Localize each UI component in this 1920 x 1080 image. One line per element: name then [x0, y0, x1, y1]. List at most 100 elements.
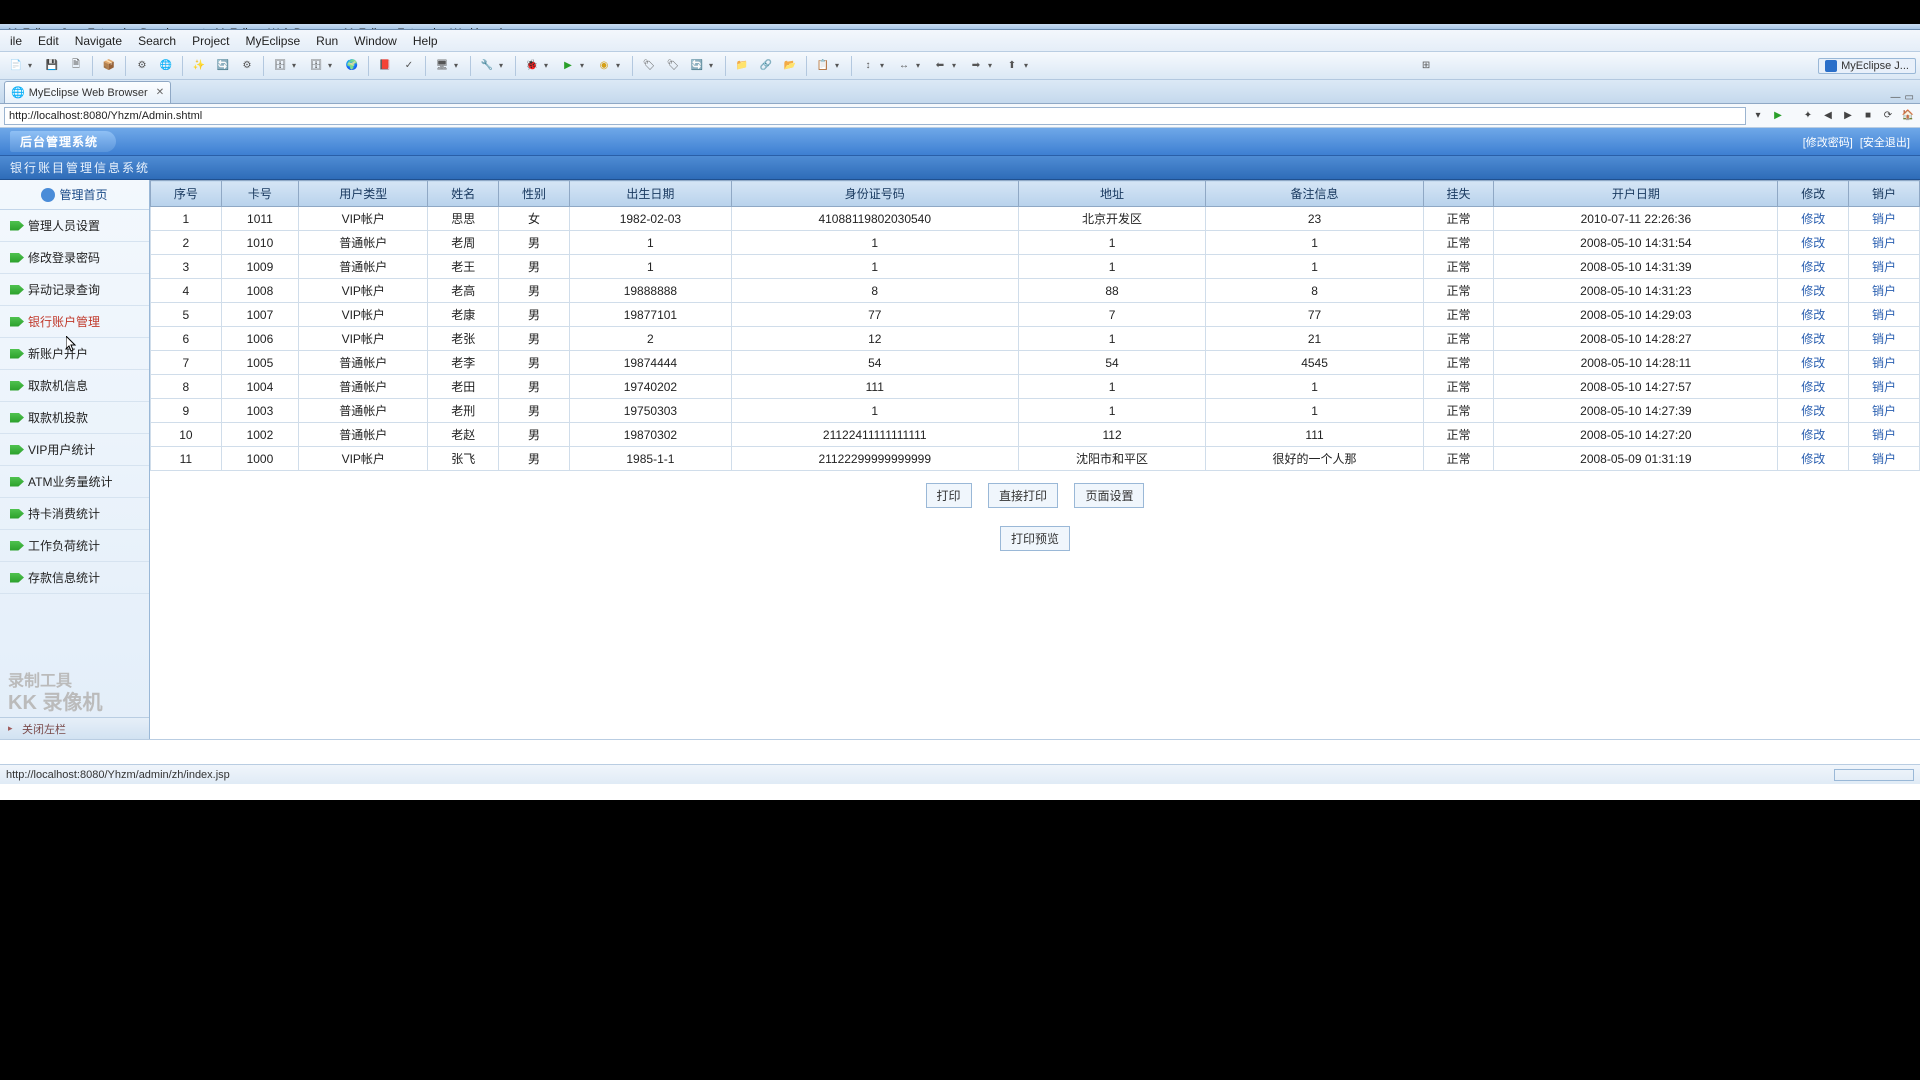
- link-icon[interactable]: 🔗: [756, 56, 776, 76]
- sidebar-item[interactable]: 新账户开户: [0, 338, 149, 370]
- tag2-icon[interactable]: 🏷: [663, 56, 683, 76]
- cell-del[interactable]: 销户: [1849, 231, 1920, 255]
- cell-del[interactable]: 销户: [1849, 327, 1920, 351]
- dropdown-icon[interactable]: ▾: [1024, 61, 1032, 70]
- cell-del[interactable]: 销户: [1849, 447, 1920, 471]
- sidebar-item[interactable]: VIP用户统计: [0, 434, 149, 466]
- sidebar-item[interactable]: 管理人员设置: [0, 210, 149, 242]
- sidebar-item[interactable]: 修改登录密码: [0, 242, 149, 274]
- dropdown-icon[interactable]: ▾: [28, 61, 36, 70]
- logout-link[interactable]: [安全退出]: [1860, 137, 1910, 149]
- sidebar-item[interactable]: 存款信息统计: [0, 562, 149, 594]
- cell-del[interactable]: 销户: [1849, 255, 1920, 279]
- cell-del[interactable]: 销户: [1849, 375, 1920, 399]
- print-button[interactable]: 打印: [926, 483, 972, 508]
- page-setup-button[interactable]: 页面设置: [1074, 483, 1144, 508]
- folder2-icon[interactable]: 📂: [780, 56, 800, 76]
- cell-mod[interactable]: 修改: [1778, 255, 1849, 279]
- dropdown-icon[interactable]: ▾: [544, 61, 552, 70]
- reload-icon[interactable]: ⟳: [1880, 108, 1896, 124]
- back-icon[interactable]: ⬅: [930, 56, 950, 76]
- menu-project[interactable]: Project: [184, 34, 237, 48]
- dropdown-icon[interactable]: ▾: [709, 61, 717, 70]
- sidebar-home[interactable]: 管理首页: [0, 180, 149, 210]
- sidebar-item[interactable]: 工作负荷统计: [0, 530, 149, 562]
- menu-help[interactable]: Help: [405, 34, 446, 48]
- dropdown-icon[interactable]: ▾: [916, 61, 924, 70]
- nav-back-icon[interactable]: ◀: [1820, 108, 1836, 124]
- menu-ile[interactable]: ile: [2, 34, 30, 48]
- tool1-icon[interactable]: ✦: [1800, 108, 1816, 124]
- db2-icon[interactable]: 🗄: [306, 56, 326, 76]
- save-icon[interactable]: 💾: [42, 56, 62, 76]
- deploy-icon[interactable]: 📦: [99, 56, 119, 76]
- sync-icon[interactable]: 🔄: [687, 56, 707, 76]
- menu-navigate[interactable]: Navigate: [67, 34, 130, 48]
- new-icon[interactable]: 📄: [6, 56, 26, 76]
- dropdown-icon[interactable]: ▾: [616, 61, 624, 70]
- cell-mod[interactable]: 修改: [1778, 279, 1849, 303]
- url-input[interactable]: [4, 107, 1746, 125]
- nav-icon[interactable]: ↕: [858, 56, 878, 76]
- close-icon[interactable]: ✕: [156, 87, 164, 98]
- persp-open-icon[interactable]: ⊞: [1416, 56, 1436, 76]
- cell-mod[interactable]: 修改: [1778, 303, 1849, 327]
- change-password-link[interactable]: [修改密码]: [1803, 137, 1853, 149]
- stop-icon[interactable]: ■: [1860, 108, 1876, 124]
- minimize-icon[interactable]: —: [1891, 92, 1901, 103]
- sidebar-item[interactable]: ATM业务量统计: [0, 466, 149, 498]
- direct-print-button[interactable]: 直接打印: [988, 483, 1058, 508]
- editor-tab[interactable]: 🌐 MyEclipse Web Browser ✕: [4, 81, 171, 103]
- url-dropdown-icon[interactable]: ▾: [1750, 108, 1766, 124]
- sidebar-item[interactable]: 取款机投款: [0, 402, 149, 434]
- world-icon[interactable]: 🌍: [342, 56, 362, 76]
- home-icon[interactable]: 🏠: [1900, 108, 1916, 124]
- dropdown-icon[interactable]: ▾: [454, 61, 462, 70]
- cell-del[interactable]: 销户: [1849, 303, 1920, 327]
- cell-mod[interactable]: 修改: [1778, 423, 1849, 447]
- cell-del[interactable]: 销户: [1849, 207, 1920, 231]
- cell-mod[interactable]: 修改: [1778, 399, 1849, 423]
- debug-icon[interactable]: 🐞: [522, 56, 542, 76]
- ext-icon[interactable]: ◉: [594, 56, 614, 76]
- sidebar-item[interactable]: 取款机信息: [0, 370, 149, 402]
- cell-mod[interactable]: 修改: [1778, 447, 1849, 471]
- dropdown-icon[interactable]: ▾: [880, 61, 888, 70]
- cell-mod[interactable]: 修改: [1778, 327, 1849, 351]
- db-icon[interactable]: 🗄: [270, 56, 290, 76]
- wand-icon[interactable]: ✨: [189, 56, 209, 76]
- check-icon[interactable]: ✓: [399, 56, 419, 76]
- cell-mod[interactable]: 修改: [1778, 351, 1849, 375]
- folder-icon[interactable]: 📁: [732, 56, 752, 76]
- dropdown-icon[interactable]: ▾: [292, 61, 300, 70]
- menu-edit[interactable]: Edit: [30, 34, 67, 48]
- menu-window[interactable]: Window: [346, 34, 405, 48]
- dropdown-icon[interactable]: ▾: [952, 61, 960, 70]
- maximize-icon[interactable]: ▭: [1905, 92, 1914, 103]
- fwd-icon[interactable]: ➡: [966, 56, 986, 76]
- sidebar-item[interactable]: 银行账户管理: [0, 306, 149, 338]
- collapse-sidebar[interactable]: 关闭左栏: [0, 717, 149, 739]
- cell-mod[interactable]: 修改: [1778, 207, 1849, 231]
- globe-icon[interactable]: 🌐: [156, 56, 176, 76]
- menu-myeclipse[interactable]: MyEclipse: [237, 34, 308, 48]
- nav-fwd-icon[interactable]: ▶: [1840, 108, 1856, 124]
- proj-icon[interactable]: 📋: [813, 56, 833, 76]
- server-icon[interactable]: 🖥: [432, 56, 452, 76]
- cell-del[interactable]: 销户: [1849, 279, 1920, 303]
- book-icon[interactable]: 📕: [375, 56, 395, 76]
- cell-del[interactable]: 销户: [1849, 351, 1920, 375]
- gear-icon[interactable]: ⚙: [237, 56, 257, 76]
- cell-mod[interactable]: 修改: [1778, 231, 1849, 255]
- sidebar-item[interactable]: 持卡消费统计: [0, 498, 149, 530]
- tool-icon[interactable]: ⚙: [132, 56, 152, 76]
- cell-del[interactable]: 销户: [1849, 399, 1920, 423]
- refresh-icon[interactable]: 🔄: [213, 56, 233, 76]
- menu-search[interactable]: Search: [130, 34, 184, 48]
- go-icon[interactable]: ▶: [1770, 108, 1786, 124]
- up-icon[interactable]: ⬆: [1002, 56, 1022, 76]
- cell-del[interactable]: 销户: [1849, 423, 1920, 447]
- dropdown-icon[interactable]: ▾: [499, 61, 507, 70]
- cell-mod[interactable]: 修改: [1778, 375, 1849, 399]
- menu-run[interactable]: Run: [308, 34, 346, 48]
